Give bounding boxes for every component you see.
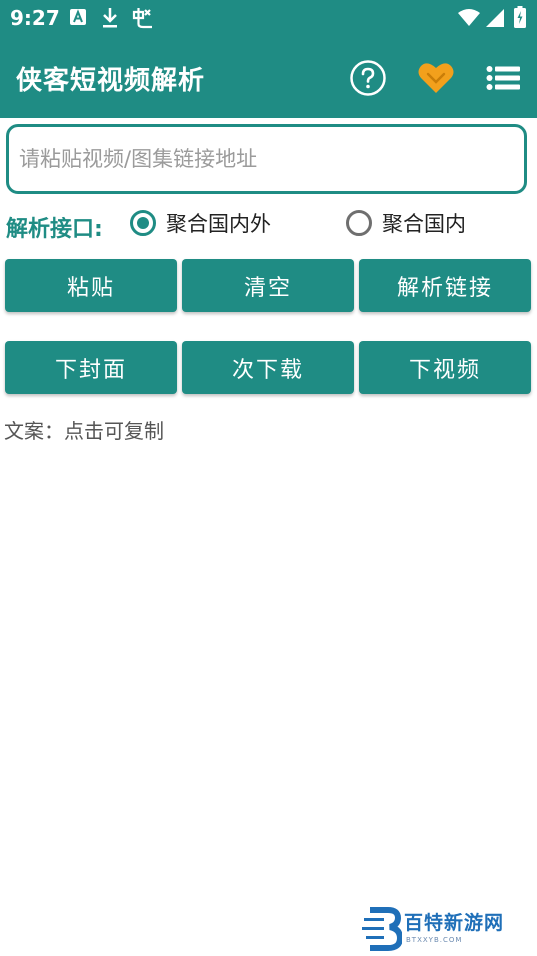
download-notification-icon bbox=[101, 7, 119, 33]
app-title: 侠客短视频解析 bbox=[16, 66, 206, 96]
radio-label: 聚合国内外 bbox=[166, 212, 271, 236]
watermark-name: 百特新游网 bbox=[404, 912, 505, 934]
parse-link-button[interactable]: 解析链接 bbox=[359, 259, 531, 312]
battery-charging-icon bbox=[514, 6, 526, 32]
secondary-download-button[interactable]: 次下载 bbox=[182, 341, 354, 394]
radio-unchecked-icon bbox=[346, 210, 372, 236]
app-notification-icon bbox=[131, 6, 155, 34]
link-input-container bbox=[6, 124, 527, 194]
radio-domestic-foreign[interactable]: 聚合国内外 bbox=[130, 208, 271, 238]
link-input[interactable] bbox=[9, 127, 524, 191]
api-label: 解析接口: bbox=[6, 217, 103, 242]
watermark-logo-icon bbox=[362, 907, 402, 951]
download-video-button[interactable]: 下视频 bbox=[359, 341, 531, 394]
app-bar: 9:27 侠客短视频解析 bbox=[0, 0, 537, 118]
status-bar: 9:27 bbox=[0, 0, 537, 36]
signal-icon bbox=[486, 9, 504, 31]
radio-checked-icon bbox=[130, 210, 156, 236]
favorite-button[interactable] bbox=[416, 58, 456, 98]
download-cover-button[interactable]: 下封面 bbox=[5, 341, 177, 394]
help-icon bbox=[350, 60, 386, 96]
font-notification-icon bbox=[70, 9, 86, 29]
list-menu-icon bbox=[486, 66, 520, 90]
radio-domestic[interactable]: 聚合国内 bbox=[346, 208, 466, 238]
copy-text-hint[interactable]: 文案：点击可复制 bbox=[4, 415, 164, 444]
status-time: 9:27 bbox=[10, 6, 60, 30]
watermark: 百特新游网 BTXXYB.COM bbox=[362, 906, 527, 952]
radio-label: 聚合国内 bbox=[382, 212, 466, 236]
clear-button[interactable]: 清空 bbox=[182, 259, 354, 312]
heart-icon bbox=[418, 63, 454, 93]
help-button[interactable] bbox=[348, 58, 388, 98]
menu-button[interactable] bbox=[483, 58, 523, 98]
wifi-icon bbox=[458, 9, 480, 31]
paste-button[interactable]: 粘贴 bbox=[5, 259, 177, 312]
watermark-domain: BTXXYB.COM bbox=[406, 936, 463, 944]
